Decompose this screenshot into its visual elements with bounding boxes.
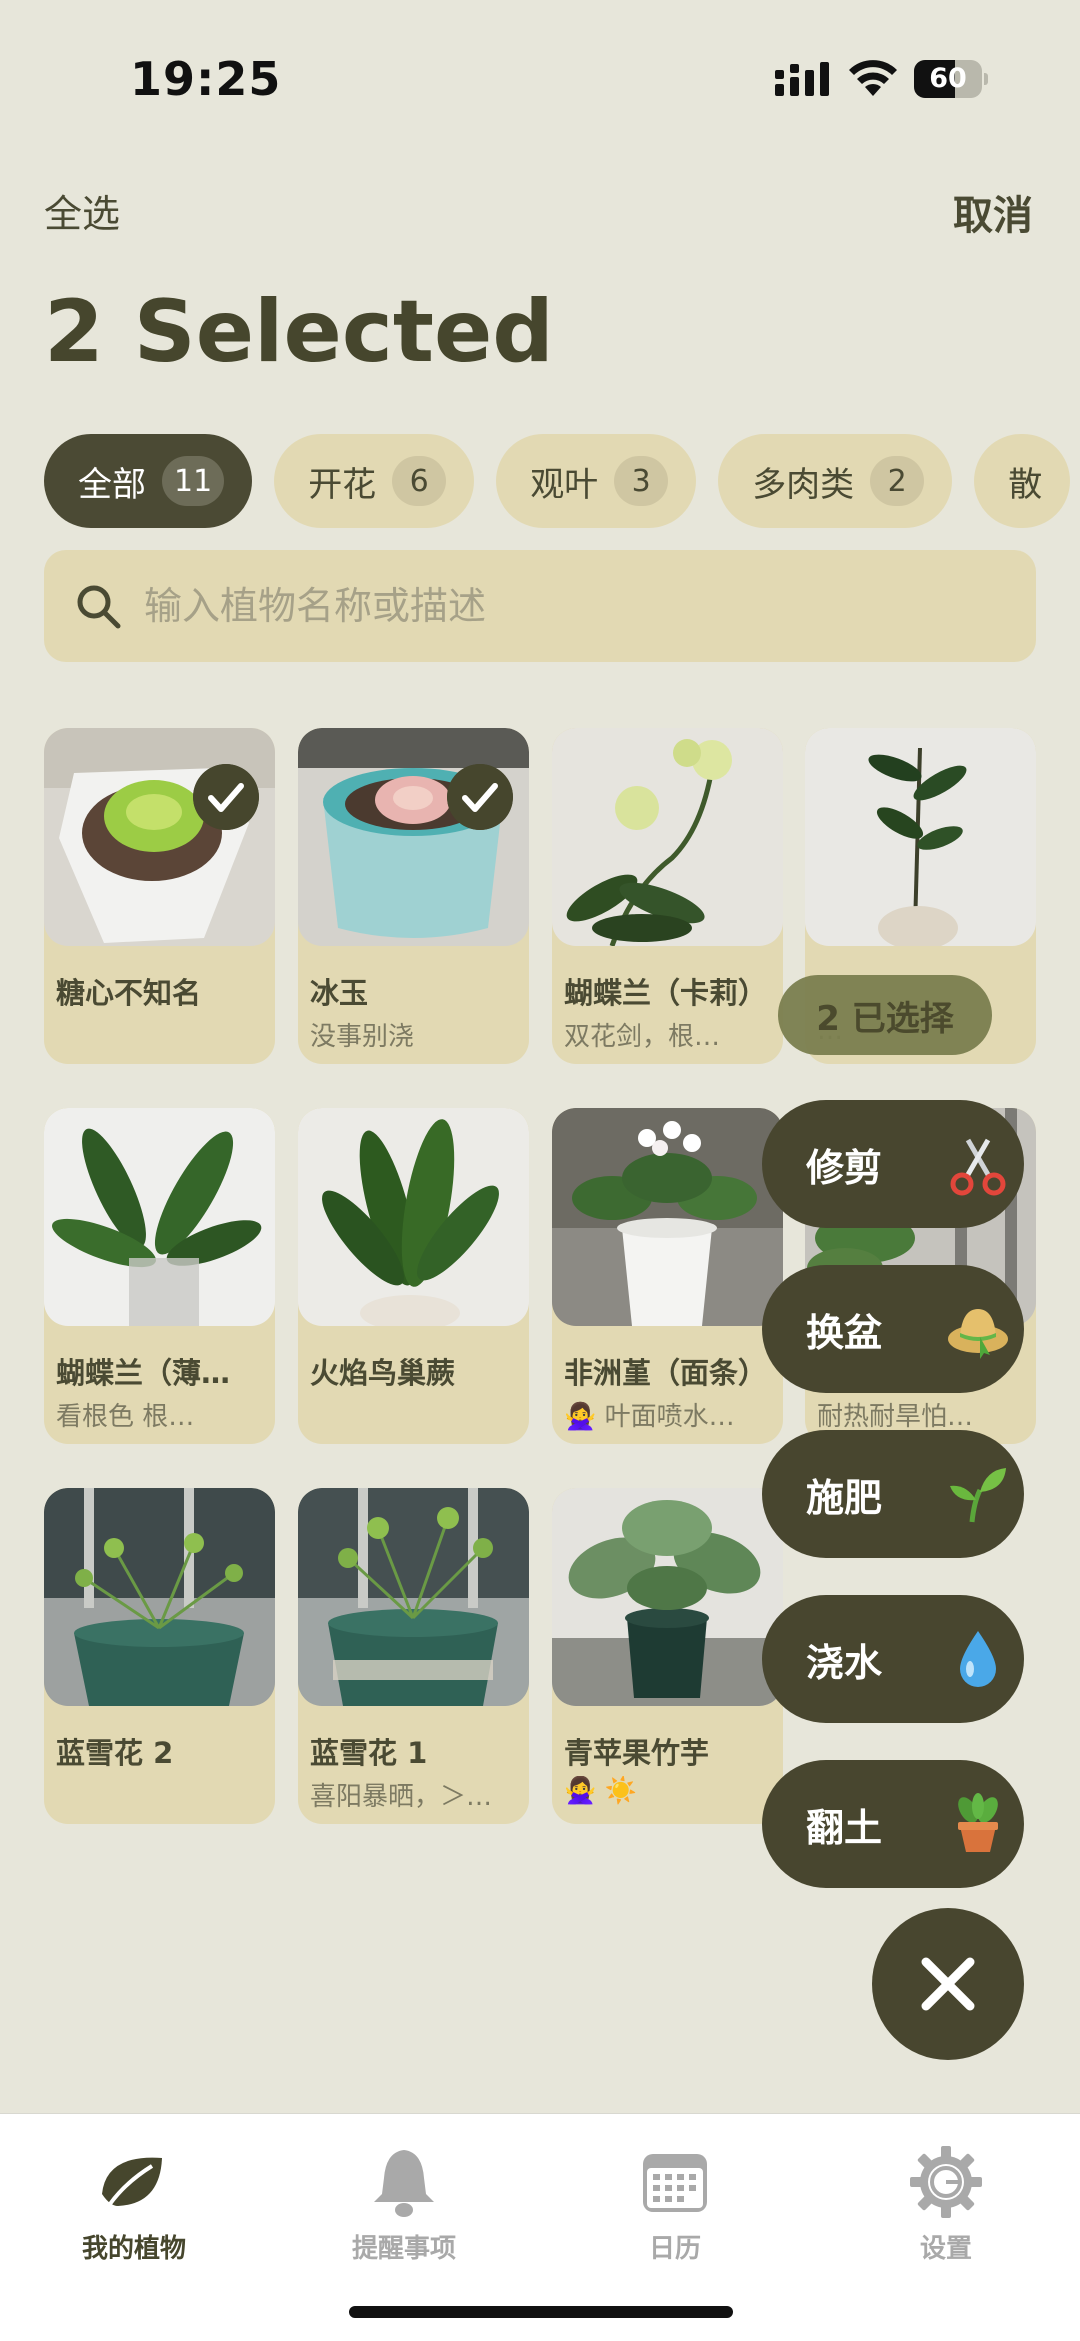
- chip-label: 散: [1008, 464, 1043, 505]
- search-icon: [77, 585, 121, 629]
- action-label: 浇水: [806, 1640, 883, 1685]
- chip-count: 2: [870, 456, 925, 506]
- action-water-button[interactable]: 浇水: [762, 1595, 1024, 1723]
- plant-name: 冰玉: [310, 976, 369, 1010]
- plant-desc: 🙅‍♀️ ☀️: [564, 1776, 638, 1806]
- chip-count: 11: [162, 456, 225, 506]
- battery-level: 60: [929, 63, 967, 94]
- selected-count-badge: 2 已选择: [778, 975, 992, 1055]
- chip-flowering[interactable]: 开花 6: [274, 434, 475, 528]
- plant-card[interactable]: 青苹果竹芋 🙅‍♀️ ☀️: [552, 1488, 783, 1824]
- action-loosen-soil-button[interactable]: 翻土: [762, 1760, 1024, 1888]
- tab-settings[interactable]: 设置: [846, 2128, 1046, 2268]
- seedling-icon: [950, 1468, 1006, 1523]
- action-label: 翻土: [806, 1805, 883, 1850]
- gear-icon: [910, 2146, 982, 2218]
- close-actions-button[interactable]: [872, 1908, 1024, 2060]
- plant-desc: 喜阳暴晒，＞…: [310, 1782, 493, 1812]
- plant-photo: [44, 1488, 275, 1706]
- plant-card[interactable]: 火焰鸟巢蕨: [298, 1108, 529, 1444]
- plant-card[interactable]: 糖心不知名: [44, 728, 275, 1064]
- chip-all[interactable]: 全部 11: [44, 434, 253, 528]
- home-indicator[interactable]: [349, 2306, 733, 2318]
- close-icon: [921, 1957, 975, 2011]
- plant-desc: 看根色 根…: [56, 1402, 195, 1432]
- plant-card[interactable]: 蓝雪花 1 喜阳暴晒，＞…: [298, 1488, 529, 1824]
- tab-calendar[interactable]: 日历: [575, 2128, 775, 2268]
- plant-photo: [44, 1108, 275, 1326]
- action-fertilize-button[interactable]: 施肥: [762, 1430, 1024, 1558]
- plant-photo: [298, 1108, 529, 1326]
- category-filter-bar: 全部 11 开花 6 观叶 3 多肉类 2 散: [44, 434, 1071, 528]
- action-label: 换盆: [806, 1310, 883, 1355]
- plant-photo: [805, 728, 1036, 946]
- chip-foliage[interactable]: 观叶 3: [496, 434, 697, 528]
- plant-photo: [552, 1108, 783, 1326]
- action-repot-button[interactable]: 换盆: [762, 1265, 1024, 1393]
- leaf-icon: [102, 2157, 162, 2206]
- plant-card[interactable]: 蝴蝶兰（薄… 看根色 根…: [44, 1108, 275, 1444]
- plant-desc: 双花剑，根…: [564, 1022, 721, 1052]
- plant-name: 蓝雪花 1: [310, 1736, 428, 1770]
- bell-icon: [374, 2150, 434, 2217]
- plant-name: 蝴蝶兰（卡莉）: [564, 976, 768, 1010]
- plant-name: 青苹果竹芋: [564, 1736, 710, 1770]
- chip-label: 全部: [78, 464, 146, 505]
- tab-label: 日历: [648, 2234, 701, 2264]
- tab-reminders[interactable]: 提醒事项: [304, 2128, 504, 2268]
- action-label: 修剪: [806, 1145, 883, 1190]
- selected-check-icon: [447, 764, 513, 830]
- action-prune-button[interactable]: 修剪: [762, 1100, 1024, 1228]
- selected-check-icon: [193, 764, 259, 830]
- plant-card[interactable]: 非洲堇（面条） 🙅‍♀️ 叶面喷水…: [552, 1108, 783, 1444]
- action-label: 施肥: [806, 1475, 883, 1520]
- tab-my-plants[interactable]: 我的植物: [34, 2128, 234, 2268]
- chip-label: 观叶: [530, 464, 599, 505]
- plant-card[interactable]: 蝴蝶兰（卡莉） 双花剑，根…: [552, 728, 783, 1064]
- plant-desc: 没事别浇: [310, 1022, 415, 1052]
- plant-name: 非洲堇（面条）: [564, 1356, 768, 1390]
- plant-photo: [298, 728, 529, 946]
- plant-card[interactable]: 蓝雪花 2: [44, 1488, 275, 1824]
- water-drop-icon: [960, 1631, 996, 1687]
- calendar-icon: [643, 2154, 707, 2212]
- cancel-button[interactable]: 取消: [953, 183, 1033, 241]
- tab-label: 设置: [919, 2234, 972, 2264]
- select-all-button[interactable]: 全选: [44, 183, 120, 238]
- plant-photo: [44, 728, 275, 946]
- chip-label: 开花: [308, 464, 377, 505]
- plant-photo: [552, 728, 783, 946]
- plant-card[interactable]: 冰玉 没事别浇: [298, 728, 529, 1064]
- page-title: 2 Selected: [44, 282, 554, 382]
- plant-name: 蓝雪花 2: [56, 1736, 174, 1770]
- tab-label: 我的植物: [81, 2234, 186, 2264]
- scissors-icon: [950, 1138, 1006, 1196]
- plant-photo: [298, 1488, 529, 1706]
- plant-name: 糖心不知名: [56, 976, 202, 1010]
- straw-hat-icon: [948, 1309, 1008, 1359]
- plant-desc: 耐热耐旱怕…: [817, 1402, 974, 1432]
- wifi-icon: [849, 60, 897, 96]
- chip-succulent[interactable]: 多肉类 2: [718, 434, 953, 528]
- chip-more[interactable]: 散: [974, 434, 1071, 528]
- chip-count: 6: [392, 456, 447, 506]
- potted-plant-icon: [958, 1793, 998, 1852]
- tab-label: 提醒事项: [351, 2234, 456, 2264]
- battery-icon: 60: [914, 60, 988, 98]
- search-input[interactable]: [144, 576, 1004, 636]
- chip-label: 多肉类: [752, 464, 855, 505]
- chip-count: 3: [614, 456, 669, 506]
- status-time: 19:25: [130, 52, 282, 106]
- plant-desc: 🙅‍♀️ 叶面喷水…: [564, 1402, 735, 1432]
- plant-photo: [552, 1488, 783, 1706]
- search-bar[interactable]: [44, 550, 1036, 662]
- plant-name: 蝴蝶兰（薄…: [56, 1356, 231, 1390]
- plant-name: 火焰鸟巢蕨: [310, 1356, 456, 1390]
- cellular-signal-icon: [775, 62, 829, 96]
